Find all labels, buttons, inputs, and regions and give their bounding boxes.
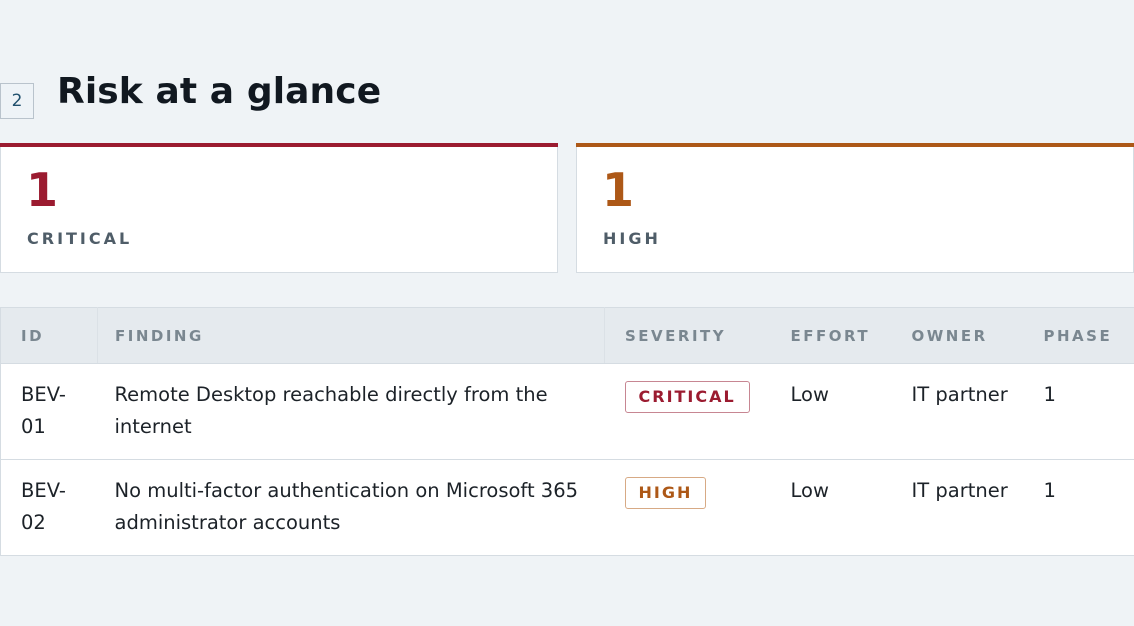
header-owner: OWNER xyxy=(891,307,1024,364)
owner-value: IT partner xyxy=(911,479,1008,502)
section-number-badge: 2 xyxy=(0,82,34,119)
table-row: BEV-01 Remote Desktop reachable directly… xyxy=(0,363,1134,460)
critical-summary-card: 1 CRITICAL xyxy=(0,143,558,273)
phase-value: 1 xyxy=(1023,363,1134,460)
header-finding: FINDING xyxy=(97,307,605,364)
severity-cell: HIGH xyxy=(605,460,771,556)
header-effort: EFFORT xyxy=(770,307,892,364)
finding-id: BEV-02 xyxy=(21,479,66,534)
effort-value: Low xyxy=(770,363,892,460)
risk-summary-page: 2 Risk at a glance 1 CRITICAL 1 HIGH ID … xyxy=(0,0,1134,626)
high-label: HIGH xyxy=(603,229,661,248)
table-row: BEV-02 No multi-factor authentication on… xyxy=(1,460,1134,556)
header-row: ID FINDING SEVERITY EFFORT OWNER PHASE xyxy=(0,307,1134,364)
critical-count: 1 xyxy=(26,163,59,217)
header-severity: SEVERITY xyxy=(604,307,771,364)
high-severity-badge: HIGH xyxy=(624,477,707,509)
section-title: Risk at a glance xyxy=(57,70,382,112)
findings-table: ID FINDING SEVERITY EFFORT OWNER PHASE B… xyxy=(0,307,1134,556)
finding-description: No multi-factor authentication on Micros… xyxy=(114,479,579,534)
severity-cell: CRITICAL xyxy=(604,363,771,460)
effort-value: Low xyxy=(790,479,829,502)
findings-table-header: ID FINDING SEVERITY EFFORT OWNER PHASE xyxy=(0,307,1134,364)
findings-table-body: BEV-01 Remote Desktop reachable directly… xyxy=(0,363,1134,556)
critical-label: CRITICAL xyxy=(27,229,133,248)
critical-severity-badge: CRITICAL xyxy=(624,381,750,413)
finding-description: Remote Desktop reachable directly from t… xyxy=(97,363,605,460)
high-count: 1 xyxy=(602,163,635,217)
high-summary-card: 1 HIGH xyxy=(576,143,1134,273)
header-id: ID xyxy=(0,307,98,364)
phase-value: 1 xyxy=(1043,479,1056,502)
finding-id: BEV-01 xyxy=(0,363,98,460)
header-phase: PHASE xyxy=(1023,307,1134,364)
owner-value: IT partner xyxy=(891,363,1024,460)
severity-summary: 1 CRITICAL 1 HIGH xyxy=(0,143,1134,273)
section-heading: 2 Risk at a glance xyxy=(0,66,382,119)
